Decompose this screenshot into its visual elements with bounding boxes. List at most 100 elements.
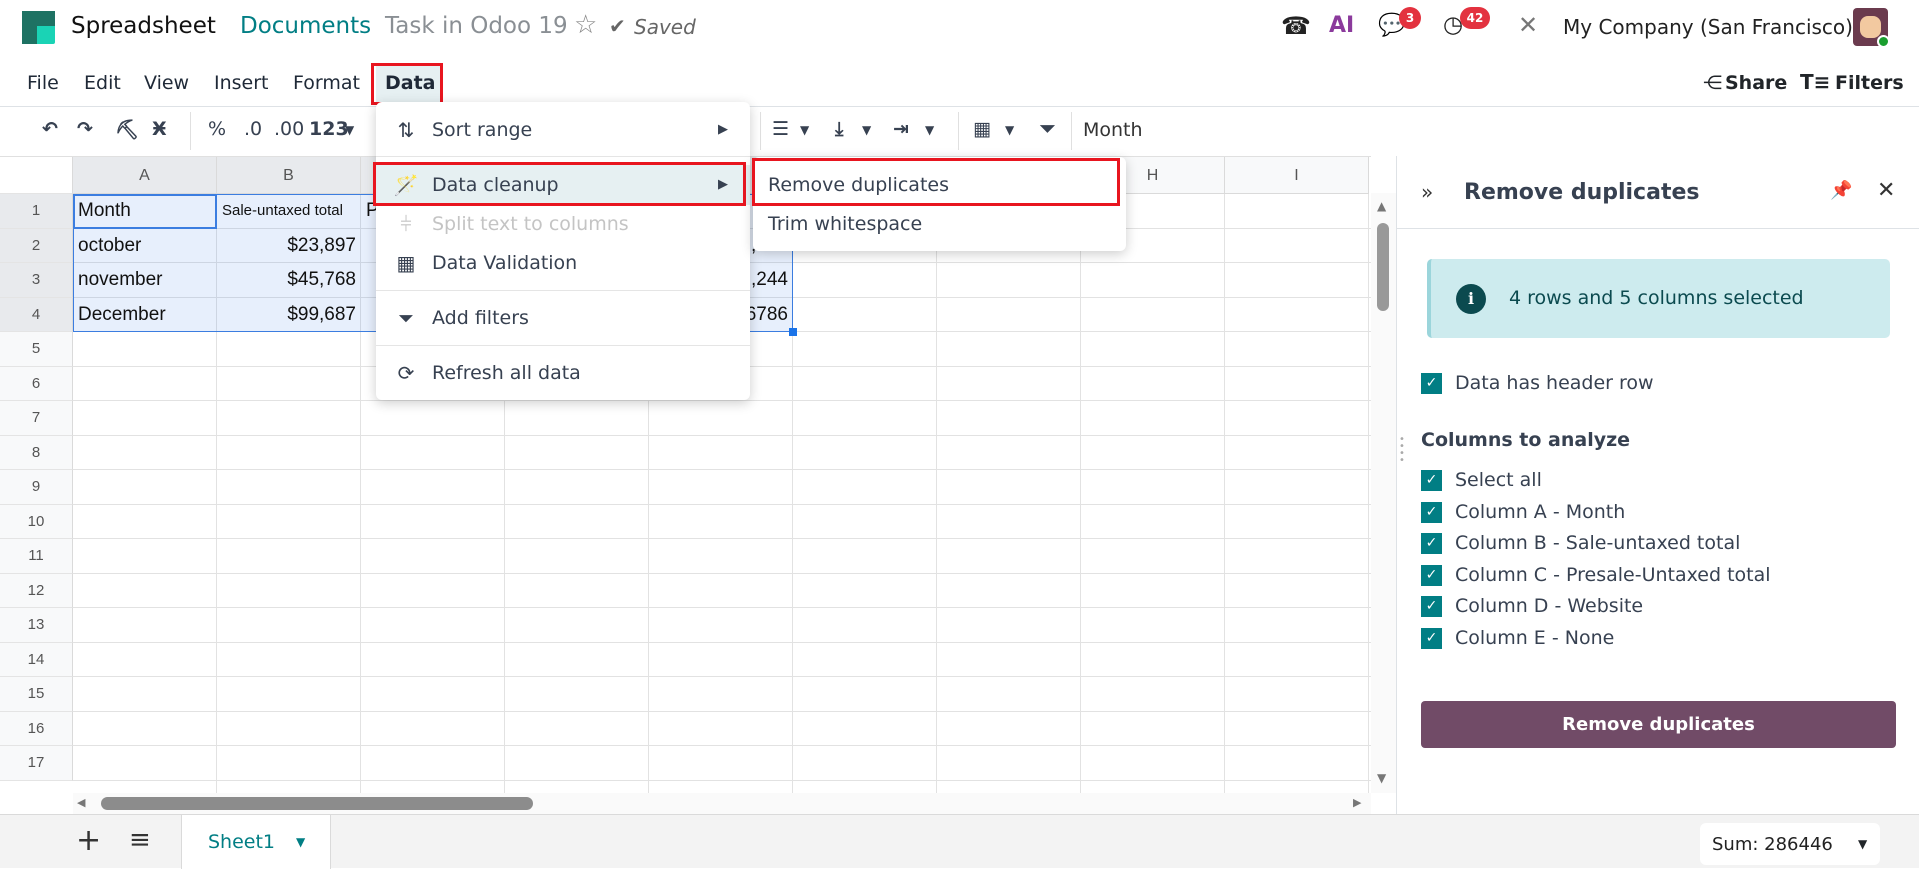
column-checkbox-label: Column B - Sale-untaxed total (1455, 532, 1741, 554)
cell-B2[interactable]: $23,897 (217, 229, 361, 264)
menu-item-trim-whitespace[interactable]: Trim whitespace (753, 204, 1126, 244)
cell-A2[interactable]: october (73, 229, 217, 264)
cell-A3[interactable]: november (73, 263, 217, 298)
column-checkbox-label: Column E - None (1455, 626, 1615, 649)
vertical-scroll-thumb[interactable] (1377, 223, 1389, 311)
sheet-list-icon[interactable]: ≡ (129, 825, 151, 855)
text-wrap-icon[interactable]: ⇥ (893, 118, 909, 140)
column-checkbox[interactable]: ✓ (1421, 501, 1442, 523)
horizontal-scroll-thumb[interactable] (101, 797, 533, 810)
add-sheet-icon[interactable]: + (76, 823, 101, 858)
row-header-1[interactable]: 1 (0, 194, 73, 229)
ai-icon[interactable]: AI (1329, 13, 1354, 38)
menu-item-add-filters[interactable]: ⏷ Add filters (376, 298, 750, 338)
chevron-down-icon: ▼ (296, 835, 306, 849)
menu-item-refresh-all-data[interactable]: ⟳ Refresh all data (376, 353, 750, 393)
row-header-8[interactable]: 8 (0, 435, 73, 470)
menu-view[interactable]: View (144, 72, 189, 94)
row-header-14[interactable]: 14 (0, 642, 73, 677)
menu-item-data-validation[interactable]: ▦ Data Validation (376, 243, 750, 283)
online-status-icon (1877, 35, 1890, 48)
company-switcher[interactable]: My Company (San Francisco) (1563, 15, 1853, 39)
pin-icon[interactable]: 📌 (1830, 180, 1852, 201)
close-icon[interactable]: ✕ (1877, 178, 1895, 203)
menu-item-split-text: ⫩ Split text to columns (376, 204, 750, 244)
cell-B4[interactable]: $99,687 (217, 298, 361, 333)
menu-item-data-cleanup[interactable]: 🪄 Data cleanup ▶ (376, 165, 750, 205)
menu-item-remove-duplicates[interactable]: Remove duplicates (753, 165, 1126, 205)
select-all-corner[interactable] (0, 157, 73, 194)
resize-handle-icon[interactable]: • • • • (1399, 435, 1405, 466)
header-row-checkbox[interactable]: ✓ (1421, 373, 1442, 394)
conditional-format-icon[interactable]: ▦ (973, 118, 991, 140)
panel-title: Remove duplicates (1464, 180, 1700, 205)
column-header-I[interactable]: I (1225, 157, 1369, 194)
saved-status: Saved (634, 15, 696, 39)
row-gridline (73, 503, 1371, 505)
phone-icon[interactable]: ☎ (1281, 12, 1311, 40)
user-avatar[interactable] (1853, 8, 1890, 48)
row-header-7[interactable]: 7 (0, 401, 73, 436)
share-button[interactable]: Share (1725, 72, 1787, 94)
row-header-17[interactable]: 17 (0, 746, 73, 781)
column-checkbox[interactable]: ✓ (1421, 533, 1442, 554)
breadcrumb-documents[interactable]: Documents (240, 13, 371, 39)
star-icon[interactable]: ☆ (574, 10, 597, 40)
vertical-align-icon[interactable]: ⤓ (835, 118, 843, 140)
row-header-2[interactable]: 2 (0, 228, 73, 263)
row-header-10[interactable]: 10 (0, 504, 73, 539)
decrease-decimal-button[interactable]: .0 (244, 118, 262, 140)
row-header-11[interactable]: 11 (0, 539, 73, 574)
percent-format-button[interactable]: % (208, 118, 226, 140)
menu-insert[interactable]: Insert (214, 72, 269, 94)
chevron-down-icon: ▼ (800, 123, 810, 137)
vertical-scrollbar[interactable]: ▲ ▼ (1371, 193, 1396, 793)
number-format-dropdown[interactable]: 123 (309, 118, 349, 140)
cell-B3[interactable]: $45,768 (217, 263, 361, 298)
row-gridline (73, 779, 1371, 781)
undo-icon[interactable]: ↶ (42, 118, 58, 140)
menu-item-sort-range[interactable]: ⇅ Sort range ▶ (376, 110, 750, 150)
filters-icon[interactable]: T≡ (1800, 70, 1830, 94)
menu-data[interactable]: Data (376, 64, 442, 104)
row-header-13[interactable]: 13 (0, 608, 73, 643)
menu-format[interactable]: Format (293, 72, 360, 94)
paint-format-icon[interactable]: ⛏ (115, 118, 139, 141)
cell-A1[interactable]: Month (73, 194, 217, 229)
clear-format-icon[interactable]: Ӿ (152, 118, 167, 140)
column-checkbox[interactable]: ✓ (1421, 627, 1442, 649)
selection-info-text: 4 rows and 5 columns selected (1509, 287, 1804, 309)
cell-B1[interactable]: Sale-untaxed total (217, 194, 361, 229)
formula-bar[interactable]: Month (1083, 119, 1143, 141)
horizontal-scrollbar[interactable]: ◀ ▶ (73, 793, 1371, 814)
collapse-panel-icon[interactable]: » (1421, 180, 1433, 204)
row-header-4[interactable]: 4 (0, 297, 73, 332)
column-checkbox[interactable]: ✓ (1421, 596, 1442, 617)
column-checkbox[interactable]: ✓ (1421, 470, 1442, 491)
filter-icon[interactable]: ⏷ (1040, 118, 1055, 140)
magic-wand-icon: 🪄 (393, 173, 419, 197)
row-header-15[interactable]: 15 (0, 677, 73, 712)
redo-icon[interactable]: ↷ (77, 118, 93, 140)
tools-icon[interactable]: ✕ (1518, 11, 1538, 39)
cell-A4[interactable]: December (73, 298, 217, 333)
row-header-16[interactable]: 16 (0, 711, 73, 746)
filters-button[interactable]: Filters (1835, 72, 1904, 94)
share-icon[interactable]: ⋲ (1703, 72, 1722, 94)
column-checkbox[interactable]: ✓ (1421, 564, 1442, 586)
increase-decimal-button[interactable]: .00 (274, 118, 304, 140)
aggregate-sum-dropdown[interactable]: Sum: 286446 ▼ (1700, 823, 1880, 865)
column-header-A[interactable]: A (73, 157, 217, 194)
menu-edit[interactable]: Edit (84, 72, 121, 94)
remove-duplicates-button[interactable]: Remove duplicates (1421, 701, 1896, 748)
column-header-B[interactable]: B (217, 157, 361, 194)
row-header-9[interactable]: 9 (0, 470, 73, 505)
document-title[interactable]: Task in Odoo 19 (385, 13, 568, 39)
sheet-tab-sheet1[interactable]: Sheet1 ▼ (181, 815, 331, 869)
horizontal-align-icon[interactable]: ☰ (772, 118, 789, 140)
row-header-3[interactable]: 3 (0, 263, 73, 298)
row-header-6[interactable]: 6 (0, 366, 73, 401)
row-header-12[interactable]: 12 (0, 573, 73, 608)
menu-file[interactable]: File (27, 72, 59, 94)
row-header-5[interactable]: 5 (0, 332, 73, 367)
